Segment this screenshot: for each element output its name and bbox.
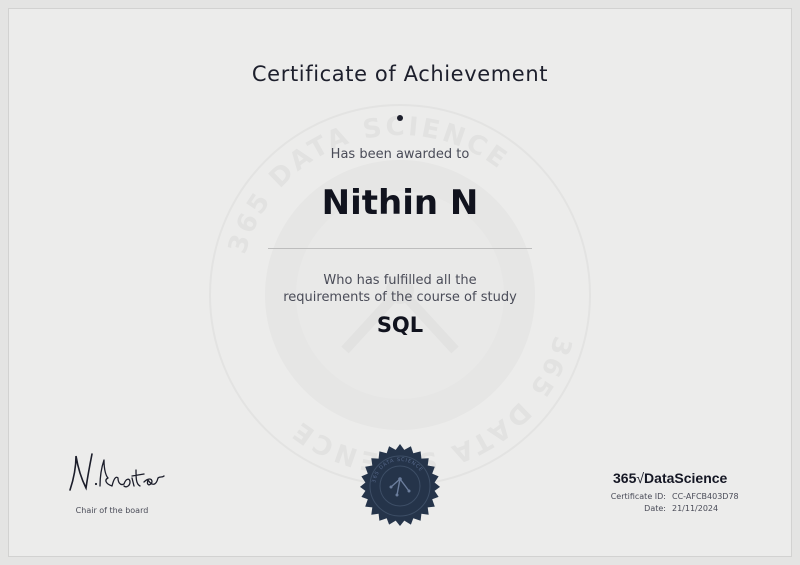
awarded-line: Has been awarded to bbox=[330, 147, 470, 162]
logo-root-symbol: √ bbox=[636, 470, 645, 486]
brand-logo: 365√DataScience bbox=[613, 470, 727, 486]
fulfilled-line-1: Who has fulfilled all the bbox=[323, 273, 477, 288]
recipient-name: Nithin N bbox=[321, 183, 479, 223]
certificate-frame: 365 DATA SCIENCE 365 DATA SCIENCE Certif… bbox=[0, 0, 800, 565]
date-row: Date: 21/11/2024 bbox=[586, 503, 746, 515]
logo-suffix: DataScience bbox=[644, 470, 728, 486]
certificate-id-value: CC-AFCB403D78 bbox=[672, 492, 739, 501]
name-underline bbox=[268, 248, 532, 249]
course-name: SQL bbox=[376, 313, 424, 337]
certificate-id-label: Certificate ID: bbox=[610, 492, 666, 501]
divider-dot bbox=[397, 115, 403, 121]
certificate-id-row: Certificate ID: CC-AFCB403D78 bbox=[586, 491, 746, 503]
certificate-meta: Certificate ID: CC-AFCB403D78 Date: 21/1… bbox=[586, 491, 746, 515]
signature-caption: Chair of the board bbox=[75, 506, 149, 515]
logo-prefix: 365 bbox=[613, 470, 637, 486]
fulfilled-line-2: requirements of the course of study bbox=[283, 290, 517, 305]
date-label: Date: bbox=[644, 504, 666, 513]
fulfilled-text: Who has fulfilled all the requirements o… bbox=[0, 272, 800, 306]
certificate-title: Certificate of Achievement bbox=[251, 62, 549, 86]
date-value: 21/11/2024 bbox=[672, 504, 719, 513]
signature-image bbox=[69, 453, 165, 491]
seal-icon: 365 DATA SCIENCE bbox=[360, 444, 440, 526]
